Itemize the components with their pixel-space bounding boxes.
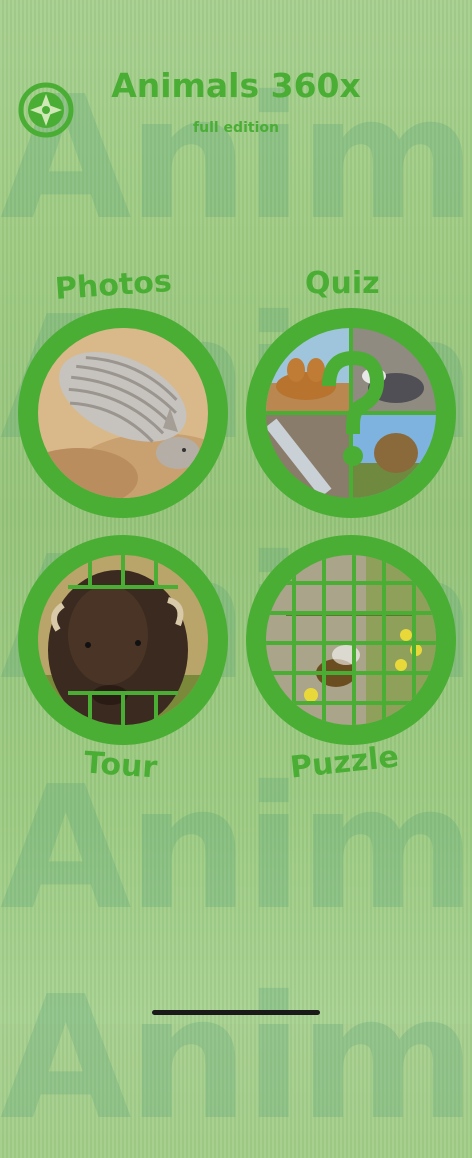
question-mark-icon bbox=[311, 348, 391, 478]
tour-label[interactable]: Tour bbox=[83, 745, 159, 785]
photos-label[interactable]: Photos bbox=[54, 264, 173, 307]
quiz-label[interactable]: Quiz bbox=[305, 266, 380, 301]
quiz-button[interactable] bbox=[246, 308, 456, 518]
tour-grid-overlay bbox=[38, 555, 208, 725]
app-title: Animals 360x bbox=[111, 66, 361, 105]
bison-photo bbox=[38, 555, 208, 725]
puzzle-grid-overlay bbox=[266, 555, 436, 725]
photos-button[interactable] bbox=[18, 308, 228, 518]
app-subtitle: full edition bbox=[193, 120, 279, 136]
puzzle-label[interactable]: Puzzle bbox=[288, 739, 400, 785]
bee-photo bbox=[266, 555, 436, 725]
armadillo-photo bbox=[38, 328, 208, 498]
background-watermark: Animals bbox=[0, 960, 472, 1158]
puzzle-button[interactable] bbox=[246, 535, 456, 745]
background-watermark: Animals bbox=[0, 750, 472, 948]
home-indicator[interactable] bbox=[152, 1010, 320, 1015]
tour-button[interactable] bbox=[18, 535, 228, 745]
